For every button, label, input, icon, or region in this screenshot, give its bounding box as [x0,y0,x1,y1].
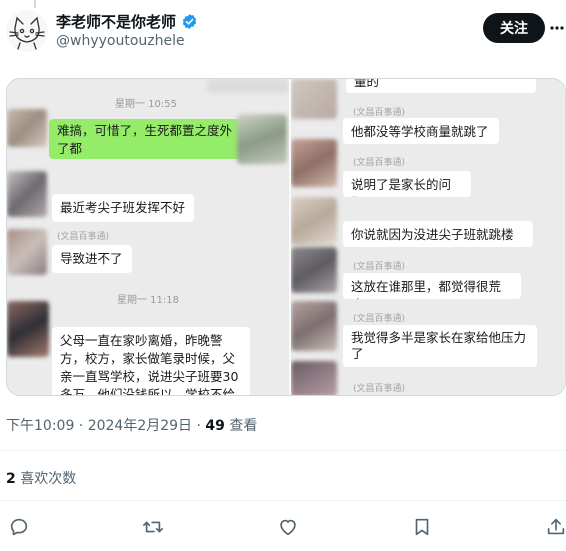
follow-button[interactable]: 关注 [483,13,545,43]
blurred-avatar [7,171,47,217]
chat-screenshot-right[interactable]: 量的 (文昌百事通) 他都没等学校商量就跳了 (文昌百事通) 说明了是家长的问题… [291,79,565,395]
chat-sender-label: (文昌百事通) [353,262,406,272]
tweet-timestamp[interactable]: 下午10:09 · 2024年2月29日 [6,418,192,434]
blurred-avatar [291,197,337,245]
author-handle[interactable]: @whyyoutouzhele [56,33,185,49]
bookmark-icon[interactable] [409,514,435,540]
chat-bubble: 说明了是家长的问题 [343,171,471,197]
chat-bubble: 这放在谁那里，都觉得很荒唐 [343,273,521,299]
blurred-area [207,79,289,93]
divider [0,450,566,451]
verified-badge-icon [182,14,197,29]
blurred-avatar [291,247,337,293]
chat-sender-label: (文昌百事通) [353,158,406,168]
chat-bubble: 我觉得多半是家长在家给他压力了 [343,325,537,367]
chat-bubble: 他都没等学校商量就跳了 [343,118,499,144]
chat-screenshot-left[interactable]: 星期一 10:55 难搞，可惜了，生死都置之度外了都 最近考尖子班发挥不好 (文… [7,79,289,395]
tweet-media[interactable]: 星期一 10:55 难搞，可惜了，生死都置之度外了都 最近考尖子班发挥不好 (文… [6,78,566,396]
like-count: 2 [6,471,16,487]
likes-label: 喜欢次数 [15,471,77,487]
chat-timestamp: 星期一 10:55 [115,99,177,110]
avatar[interactable] [6,10,48,52]
chat-sender-label: (文昌百事通) [57,232,110,242]
tweet-meta: 下午10:09 · 2024年2月29日 · 49 查看 [6,415,257,435]
blurred-avatar [291,301,337,351]
chat-bubble: 导致进不了 [52,245,132,273]
chat-bubble: 难搞，可惜了，生死都置之度外了都 [49,119,243,159]
blurred-avatar [291,361,337,395]
retweet-icon[interactable] [140,514,166,540]
heart-icon[interactable] [275,514,301,540]
reply-icon[interactable] [6,514,32,540]
thread-connector-line [34,0,36,8]
view-label: 查看 [224,418,258,434]
more-options-icon[interactable] [550,18,564,38]
chat-sender-label: (文昌百事通) [353,108,406,118]
chat-sender-label: (文昌百事通) [353,314,406,324]
chat-timestamp: 星期一 11:18 [117,295,179,306]
divider [0,500,566,501]
chat-sender-label: (文昌百事通) [353,384,406,394]
meta-separator: · [192,418,206,434]
blurred-avatar [291,139,337,187]
view-count: 49 [205,418,225,434]
author-name[interactable]: 李老师不是你老师 [56,11,176,32]
share-icon[interactable] [543,514,566,540]
blurred-avatar [291,79,337,119]
cat-sketch-avatar-icon [9,16,45,50]
chat-bubble: 你说就因为没进尖子班就跳楼了 [343,221,533,247]
chat-bubble: 最近考尖子班发挥不好 [52,194,194,222]
blurred-avatar [237,114,287,164]
blurred-avatar [7,229,47,275]
likes-row[interactable]: 2 喜欢次数 [6,468,76,488]
chat-bubble: 量的 [346,79,536,93]
chat-bubble: 父母一直在家吵离婚，昨晚警方，校方，家长做笔录时候，父亲一直骂学校，说进尖子班要… [52,327,250,395]
blurred-avatar [7,109,47,147]
blurred-avatar [7,301,49,357]
